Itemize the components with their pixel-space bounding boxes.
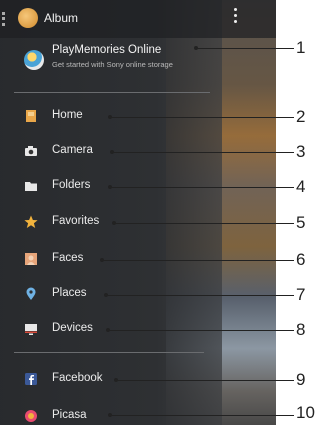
faces-icon xyxy=(25,253,37,265)
devices-icon xyxy=(25,324,37,335)
callout-line xyxy=(194,46,294,50)
camera-icon xyxy=(25,146,37,156)
divider xyxy=(14,352,204,353)
menu-item-label: Folders xyxy=(52,179,91,191)
overflow-menu-icon[interactable] xyxy=(232,8,238,30)
callout-line xyxy=(104,293,294,297)
home-icon xyxy=(26,110,36,122)
action-bar: Album xyxy=(0,0,276,38)
callout-line xyxy=(110,150,294,154)
menu-item-label: Camera xyxy=(52,144,93,156)
divider xyxy=(14,92,210,93)
star-icon xyxy=(24,215,38,228)
menu-item-facebook[interactable]: Facebook xyxy=(0,364,222,394)
menu-item-label: Facebook xyxy=(52,372,103,384)
menu-item-places[interactable]: Places xyxy=(0,279,222,309)
picasa-icon xyxy=(25,410,37,422)
menu-item-label: Faces xyxy=(52,252,84,264)
album-app-icon[interactable] xyxy=(18,8,38,28)
playmemories-icon xyxy=(24,50,44,70)
callout-line xyxy=(100,258,294,262)
callout-number: 1 xyxy=(296,38,306,57)
drawer-handle-icon[interactable] xyxy=(2,12,8,26)
folder-icon xyxy=(25,182,37,191)
callout-number: 4 xyxy=(296,177,306,196)
callout-line xyxy=(108,185,294,189)
menu-item-label: Favorites xyxy=(52,215,100,227)
callout-number: 3 xyxy=(296,142,306,161)
playmemories-online-item[interactable]: PlayMemories Online Get started with Son… xyxy=(0,40,222,90)
menu-item-label: Places xyxy=(52,287,87,299)
callout-number: 5 xyxy=(296,213,306,232)
callout-line xyxy=(108,115,294,119)
callout-number: 7 xyxy=(296,285,306,304)
playmemories-title: PlayMemories Online xyxy=(52,44,162,56)
menu-item-faces[interactable]: Faces xyxy=(0,244,222,274)
callout-number: 8 xyxy=(296,320,306,339)
callout-number: 2 xyxy=(296,107,306,126)
app-title: Album xyxy=(44,11,79,25)
callout-number: 10 xyxy=(296,403,315,422)
facebook-icon xyxy=(25,373,37,385)
callout-line xyxy=(114,378,294,382)
callout-line xyxy=(112,221,294,225)
menu-item-label: Devices xyxy=(52,322,93,334)
menu-item-favorites[interactable]: Favorites xyxy=(0,207,222,237)
menu-item-label: Home xyxy=(52,109,83,121)
menu-item-label: Picasa xyxy=(52,409,87,421)
callout-number: 9 xyxy=(296,370,306,389)
callout-line xyxy=(106,328,294,332)
menu-item-devices[interactable]: Devices xyxy=(0,314,222,344)
playmemories-subtitle: Get started with Sony online storage xyxy=(52,60,173,69)
phone-screen: Album PlayMemories Online Get started wi… xyxy=(0,0,276,425)
map-pin-icon xyxy=(26,287,36,300)
callout-line xyxy=(108,413,294,417)
callout-number: 6 xyxy=(296,250,306,269)
